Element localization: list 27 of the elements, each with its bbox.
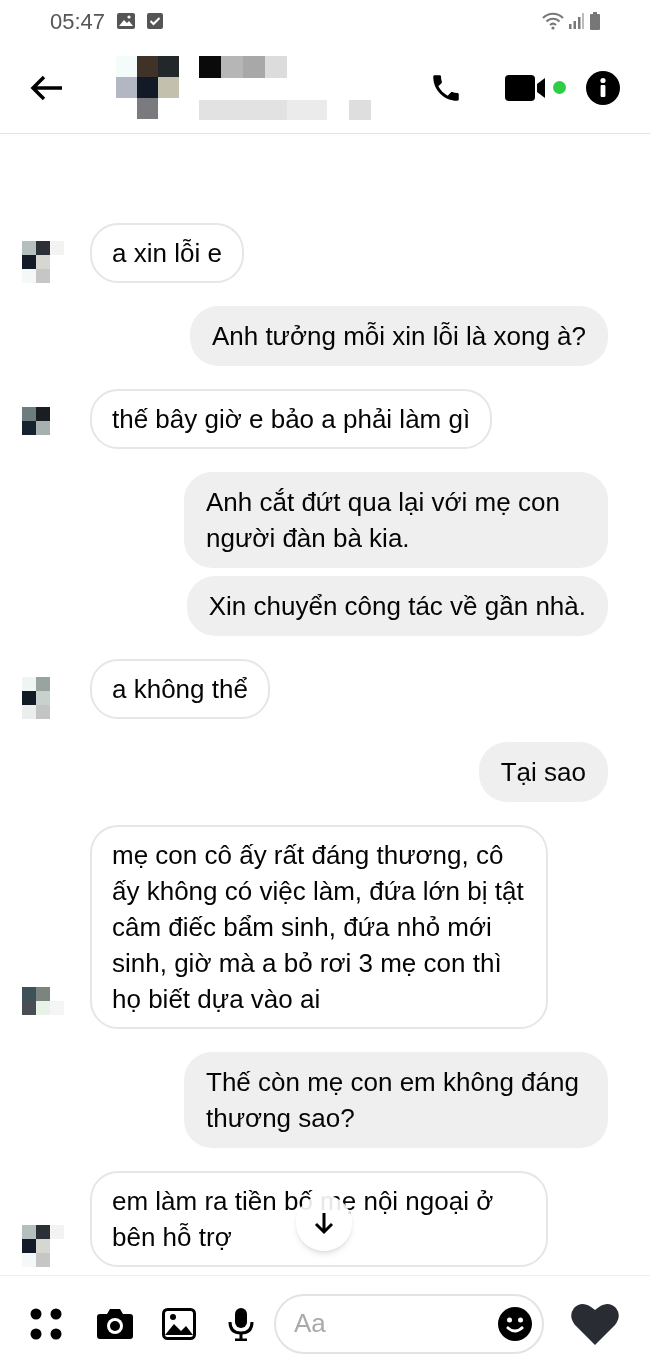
image-icon [117, 13, 136, 29]
info-icon[interactable] [586, 70, 620, 105]
pixelated-avatar [22, 1225, 64, 1267]
received-message-bubble: thế bây giờ e bảo a phải làm gì [90, 389, 493, 449]
sent-message-bubble: Anh cắt đứt qua lại với mẹ con người đàn bà kia. [184, 472, 608, 568]
sent-message-bubble: Thế còn mẹ con em không đáng thương sao? [184, 1052, 608, 1148]
signal-icon [568, 13, 584, 29]
received-message-bubble: mẹ con cô ấy rất đáng thương, cô ấy không có việc làm, đứa lớn bị tật câm điếc bẩm sinh, đứa nhỏ mới sinh, giờ mà a bỏ rơi 3 mẹ con thì họ biết dựa vào ai [90, 825, 548, 1029]
back-arrow-icon[interactable] [30, 73, 64, 102]
received-message-bubble: em làm ra tiền bố mẹ nội ngoại ở bên hỗ trợ [90, 1171, 548, 1267]
pixelated-avatar [22, 241, 64, 283]
message-input-field[interactable]: Aa [274, 1293, 544, 1354]
sent-message-bubble: Tại sao [478, 742, 608, 802]
checkbox-icon [147, 13, 164, 29]
received-message-bubble: a không thể [90, 659, 270, 719]
image-icon[interactable] [162, 1307, 196, 1340]
received-message-bubble: a xin lỗi e [90, 223, 244, 283]
grid-dots-icon[interactable] [30, 1307, 62, 1340]
status-time: 05:47 [50, 7, 106, 36]
emoji-icon[interactable] [498, 1306, 532, 1341]
microphone-icon[interactable] [228, 1306, 254, 1341]
pixelated-avatar [116, 56, 179, 119]
wifi-icon [542, 12, 564, 30]
sent-message-bubble: Xin chuyển công tác về gần nhà. [186, 576, 608, 636]
camera-icon[interactable] [96, 1307, 134, 1340]
sent-message-bubble: Anh tưởng mỗi xin lỗi là xong à? [189, 306, 608, 366]
battery-icon [590, 12, 600, 30]
